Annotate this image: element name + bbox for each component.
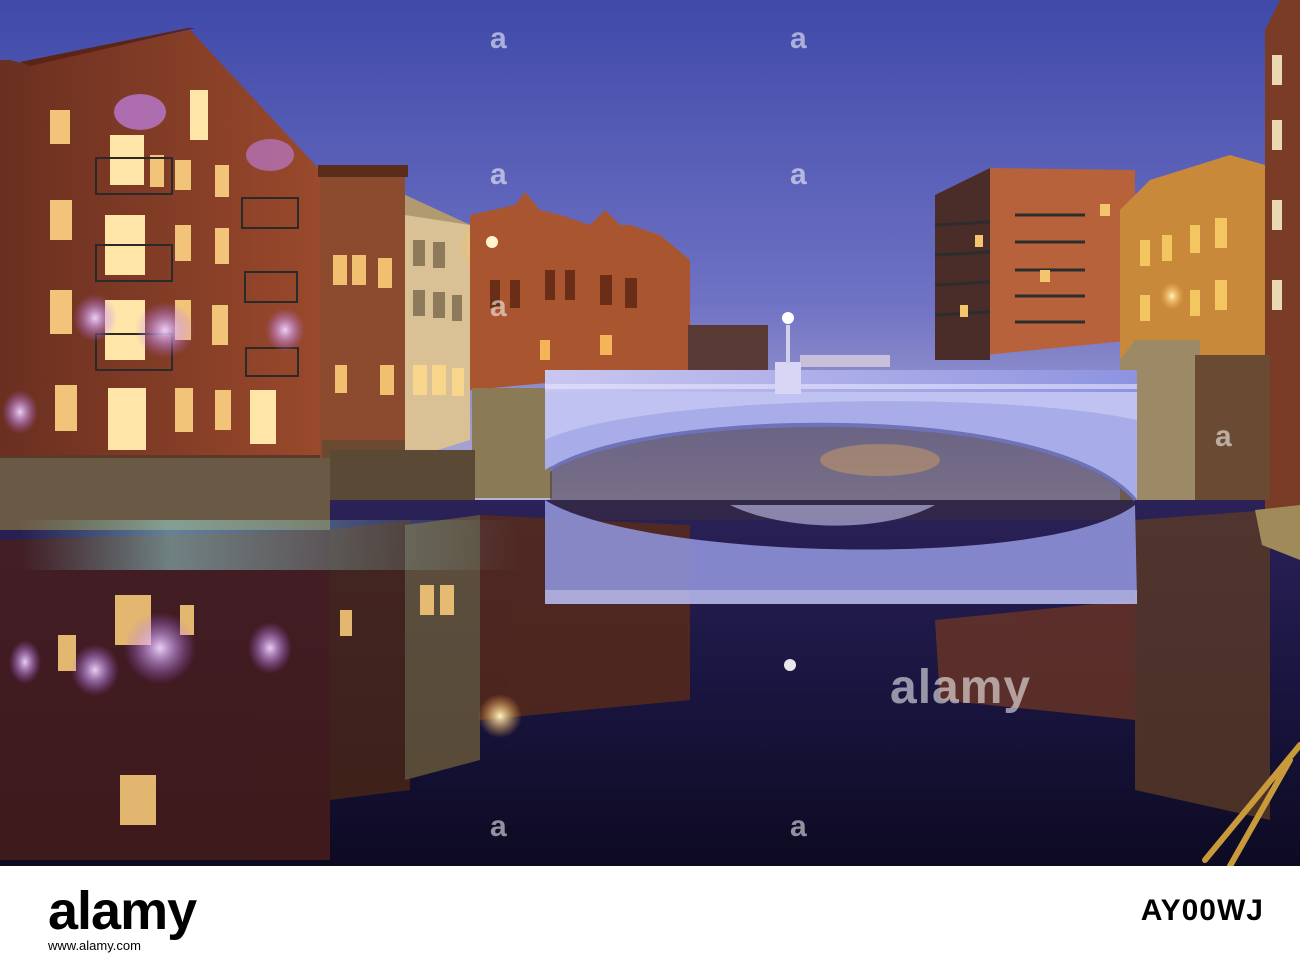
watermark-glyph-3: a bbox=[490, 158, 508, 191]
light-streak bbox=[20, 520, 520, 570]
watermark-glyph-8: a bbox=[790, 810, 808, 843]
watermark-glyph-4: a bbox=[790, 158, 808, 191]
distant-building bbox=[688, 325, 768, 370]
watermark-glyph-6: a bbox=[1215, 420, 1233, 453]
photo: a a a a a a a a alamy bbox=[0, 0, 1300, 866]
left-middle-building bbox=[318, 165, 408, 500]
watermark-glyph-2: a bbox=[790, 22, 808, 55]
watermark-glyph-7: a bbox=[490, 810, 508, 843]
right-edge-building bbox=[1265, 0, 1300, 520]
brand-url[interactable]: www.alamy.com bbox=[48, 938, 141, 953]
image-id: AY00WJ bbox=[1140, 894, 1264, 927]
watermark-logo: alamy bbox=[890, 661, 1032, 714]
right-pier bbox=[1120, 340, 1270, 500]
left-pier bbox=[472, 388, 552, 498]
brand-logo[interactable]: alamy bbox=[48, 880, 197, 942]
footer-bar: alamy www.alamy.com AY00WJ bbox=[0, 866, 1300, 956]
watermark-glyph-1: a bbox=[490, 22, 508, 55]
right-apartments bbox=[934, 168, 1135, 360]
watermark-glyph-5: a bbox=[490, 290, 508, 323]
